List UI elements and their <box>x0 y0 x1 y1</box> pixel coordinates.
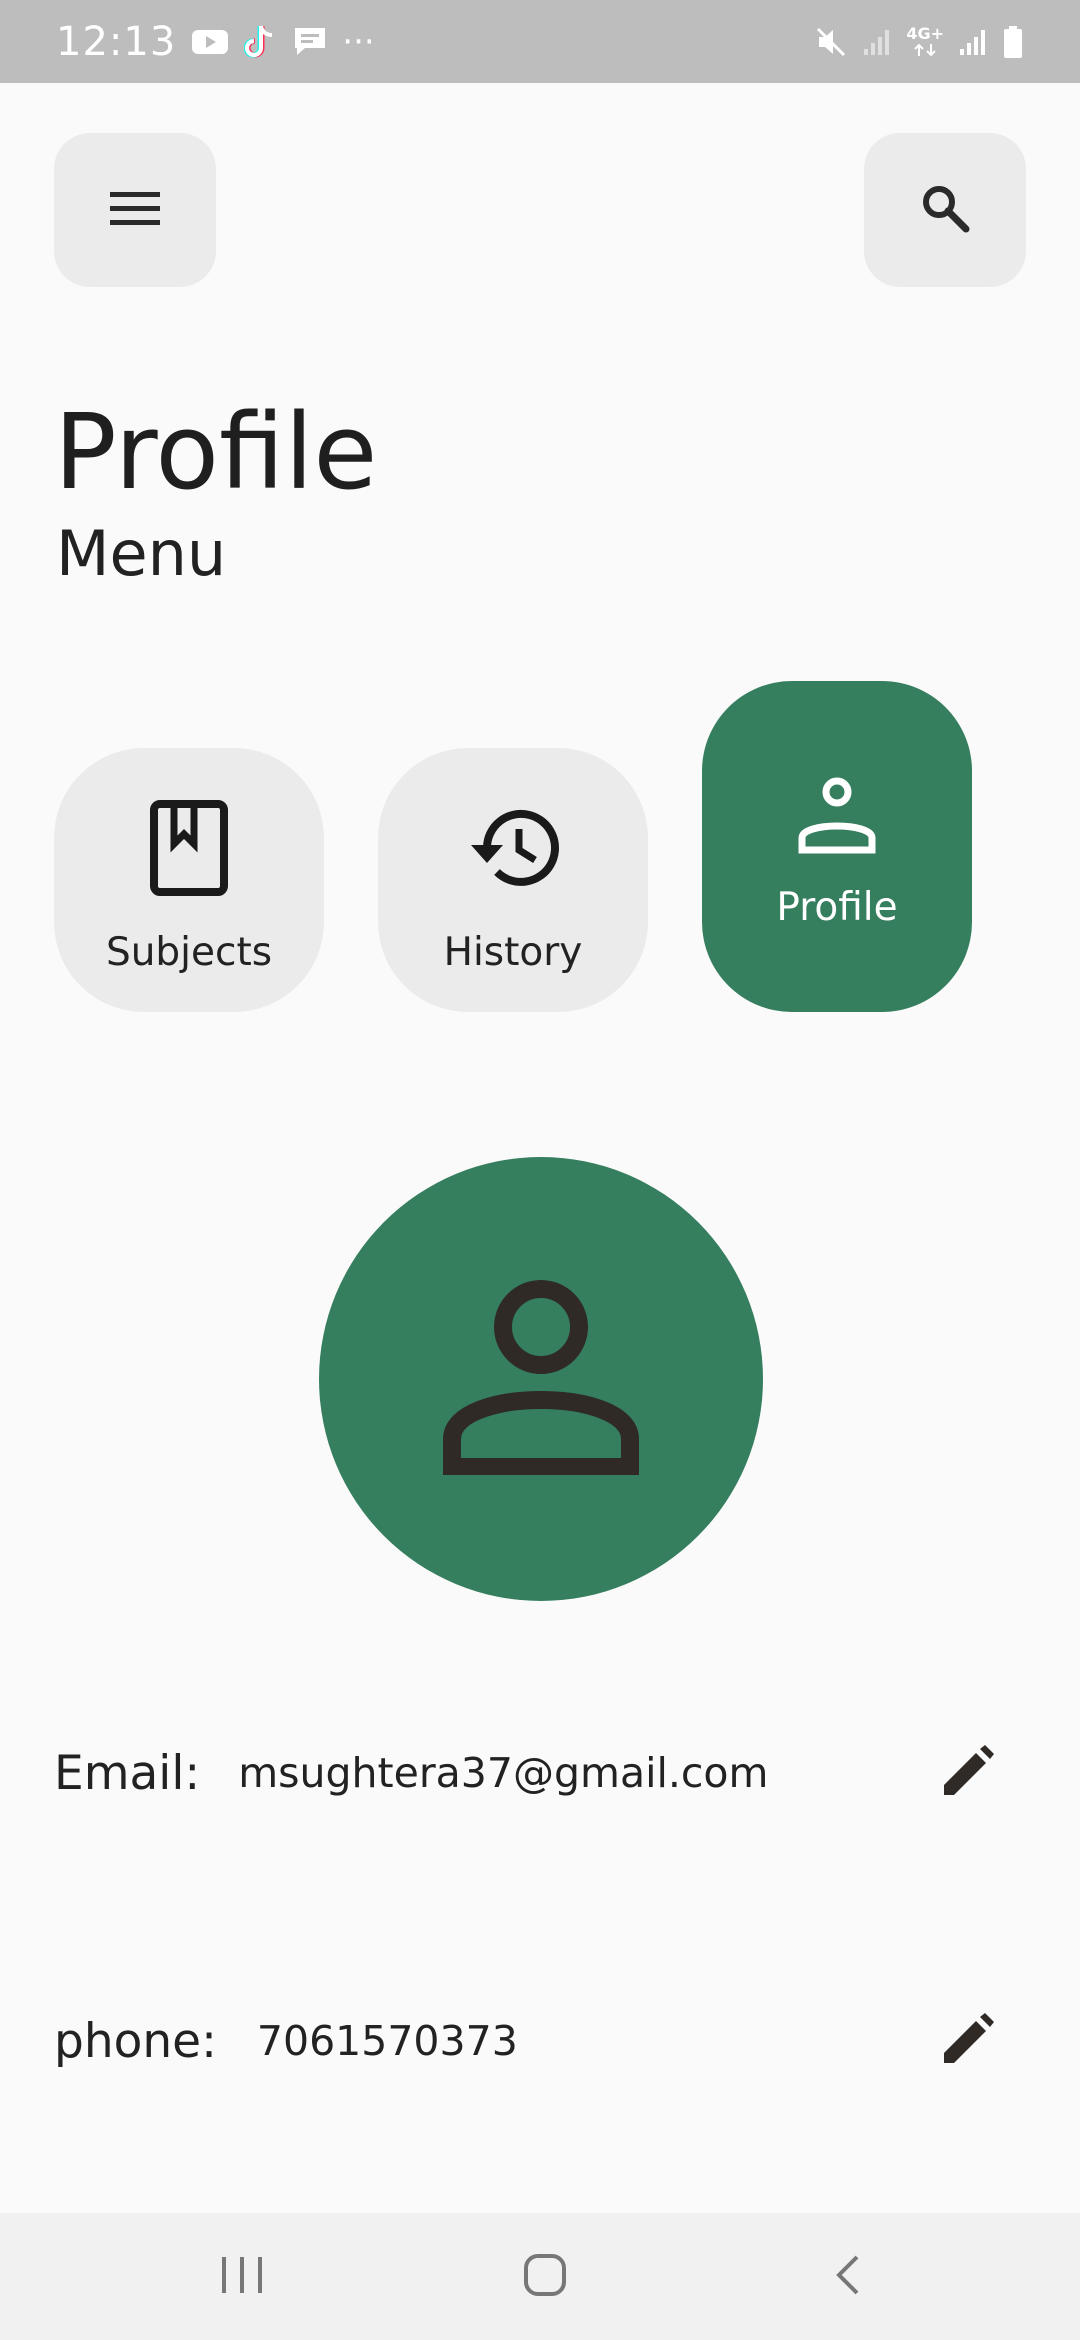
status-left: 12:13 ··· <box>56 19 375 65</box>
phone-label: phone: <box>54 2013 217 2069</box>
email-row: Email: msughtera37@gmail.com <box>54 1723 1026 1823</box>
mute-icon <box>814 25 848 59</box>
tab-profile[interactable]: Profile <box>702 681 972 1012</box>
network-icon: 4G+ <box>906 23 944 58</box>
email-label: Email: <box>54 1745 201 1801</box>
tab-history[interactable]: History <box>378 748 648 1012</box>
recents-button[interactable] <box>152 2213 332 2340</box>
search-button[interactable] <box>864 133 1026 287</box>
email-value: msughtera37@gmail.com <box>238 1749 769 1797</box>
tab-subjects[interactable]: Subjects <box>54 748 324 1012</box>
more-icon: ··· <box>342 21 375 62</box>
person-icon <box>443 1279 639 1479</box>
phone-row: phone: 7061570373 <box>54 1991 1026 2091</box>
menu-button[interactable] <box>54 133 216 287</box>
book-icon <box>150 796 228 900</box>
page-subtitle: Menu <box>56 517 227 590</box>
avatar[interactable] <box>319 1157 763 1601</box>
page-title: Profile <box>54 391 378 513</box>
edit-phone-button[interactable] <box>928 2001 1008 2081</box>
tiktok-icon <box>244 23 278 61</box>
profile-screen: 12:13 ··· 4G+ Profile Menu Subjects Hist… <box>0 0 1080 2340</box>
phone-value: 7061570373 <box>256 2017 518 2065</box>
recents-icon <box>220 2255 264 2299</box>
person-icon <box>798 763 876 867</box>
status-time: 12:13 <box>56 18 177 65</box>
pencil-icon <box>942 2013 994 2069</box>
battery-icon <box>1002 25 1024 59</box>
signal-icon <box>958 27 988 57</box>
search-icon <box>920 183 970 237</box>
status-right: 4G+ <box>814 25 1024 59</box>
tab-history-label: History <box>443 930 583 975</box>
network-label: 4G+ <box>906 23 944 43</box>
hamburger-menu-icon <box>110 189 160 231</box>
edit-email-button[interactable] <box>928 1733 1008 1813</box>
pencil-icon <box>942 1745 994 1801</box>
back-icon <box>833 2253 863 2301</box>
message-icon <box>292 25 328 59</box>
home-button[interactable] <box>455 2213 635 2340</box>
tab-profile-label: Profile <box>776 885 898 930</box>
status-bar: 12:13 ··· 4G+ <box>0 0 1080 83</box>
signal-icon <box>862 27 892 57</box>
back-button[interactable] <box>758 2213 938 2340</box>
tab-subjects-label: Subjects <box>105 930 273 975</box>
system-nav-bar <box>0 2213 1080 2340</box>
youtube-icon <box>190 26 230 58</box>
history-icon <box>463 796 563 900</box>
home-icon <box>523 2253 567 2301</box>
